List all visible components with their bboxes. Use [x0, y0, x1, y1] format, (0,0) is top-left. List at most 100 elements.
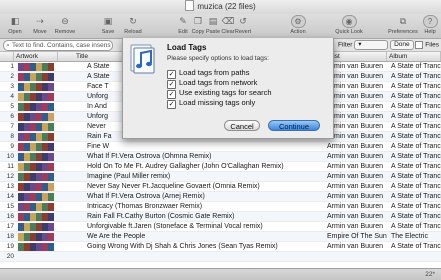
artwork-thumbnails	[18, 83, 58, 91]
row-album: A State of Trance	[391, 113, 441, 120]
column-index	[0, 52, 14, 61]
artwork-thumbnails	[18, 213, 58, 221]
done-button[interactable]: Done	[390, 40, 414, 50]
table-row[interactable]: 15 Intricacy (Thomas Bronzwaer Remix) Armi…	[0, 202, 441, 212]
dialog-subtitle: Please specify options to load tags:	[167, 55, 269, 62]
artwork-thumbnail	[48, 123, 54, 131]
artwork-thumbnail	[48, 73, 54, 81]
document-icon	[185, 0, 195, 11]
artwork-thumbnails	[18, 153, 58, 161]
artwork-thumbnail	[48, 223, 54, 231]
row-artist: Armin van Buuren	[327, 153, 384, 160]
artwork-thumbnail	[48, 63, 54, 71]
row-title: Never Say Never Ft.Jacqueline Govaert (O…	[87, 183, 260, 190]
row-number: 14	[6, 193, 14, 200]
row-artist: Armin van Buuren	[327, 103, 384, 110]
row-number: 17	[6, 223, 14, 230]
row-album: A State of Trance	[391, 163, 441, 170]
table-row[interactable]: 13 Never Say Never Ft.Jacqueline Govaert …	[0, 182, 441, 192]
artwork-thumbnails	[18, 93, 58, 101]
row-artist: Armin van Buuren	[327, 83, 384, 90]
row-number: 12	[6, 173, 14, 180]
option-use-existing-tags[interactable]: ✓ Use existing tags for search	[167, 88, 272, 99]
artwork-thumbnails	[18, 113, 58, 121]
filter-controls: Filter ▾ Done Files	[338, 40, 439, 50]
row-number: 3	[10, 83, 14, 90]
artwork-thumbnails	[18, 193, 58, 201]
row-album: A State of Trance	[391, 183, 441, 190]
continue-button[interactable]: Continue	[268, 120, 320, 131]
artwork-thumbnail	[48, 183, 54, 191]
open-button[interactable]: ◧ Open	[2, 15, 28, 35]
row-album: A State of Trance	[391, 193, 441, 200]
help-button[interactable]: ? Help	[420, 15, 440, 35]
table-row[interactable]: 14 What If Ft.Vera Ostrova (Arnej Remix) A…	[0, 192, 441, 202]
remove-button[interactable]: ⊖ Remove	[52, 15, 78, 35]
search-input[interactable]: ⌕ Text to find. Contains, case insens	[3, 40, 113, 51]
reload-button[interactable]: ↻ Reload	[120, 15, 146, 35]
cancel-button[interactable]: Cancel	[224, 120, 260, 131]
filter-field-select[interactable]: ▾	[354, 40, 389, 50]
option-load-from-paths[interactable]: ✓ Load tags from paths	[167, 68, 249, 79]
table-row[interactable]: 9 Fine W Armin van Buuren A State of Trance	[0, 142, 441, 152]
artwork-thumbnail	[48, 233, 54, 241]
files-checkbox[interactable]	[415, 41, 424, 49]
column-artwork[interactable]: Artwork	[14, 52, 58, 61]
row-album: A State of Trance	[391, 143, 441, 150]
title-bar: muzica (22 files)	[0, 0, 441, 14]
table-row[interactable]: 18 We Are the People Empire Of The Sun The …	[0, 232, 441, 242]
row-artist: Armin van Buuren	[327, 163, 384, 170]
artwork-thumbnail	[48, 213, 54, 221]
table-row[interactable]: 12 Imagine (Paul Miller remix) Armin van B…	[0, 172, 441, 182]
table-row[interactable]: 16 Rain Fall Ft.Cathy Burton (Cosmic Gate…	[0, 212, 441, 222]
row-number: 5	[10, 103, 14, 110]
table-row[interactable]: 20	[0, 252, 441, 262]
artwork-thumbnail	[48, 143, 54, 151]
row-artist: Armin van Buuren	[327, 223, 384, 230]
row-title: What If Ft.Vera Ostrova (Ohmna Remix)	[87, 153, 212, 160]
artwork-thumbnail	[48, 203, 54, 211]
table-row[interactable]: 17 Unforgivable ft.Jaren (Stoneface & Ter…	[0, 222, 441, 232]
row-number: 15	[6, 203, 14, 210]
artwork-thumbnails	[18, 73, 58, 81]
artwork-thumbnails	[18, 183, 58, 191]
table-row[interactable]: 10 What If Ft.Vera Ostrova (Ohmna Remix) A…	[0, 152, 441, 162]
table-row[interactable]: 19 Going Wrong With Dj Shah & Chris Jones…	[0, 242, 441, 252]
reload-icon: ↻	[129, 16, 137, 26]
artwork-thumbnails	[18, 233, 58, 241]
open-icon: ◧	[10, 16, 20, 26]
table-row[interactable]: 11 Hold On To Me Ft. Audrey Gallagher (Jo…	[0, 162, 441, 172]
artwork-thumbnail	[48, 133, 54, 141]
option-load-missing-only[interactable]: ✓ Load missing tags only	[167, 98, 255, 109]
row-artist: Armin van Buuren	[327, 123, 384, 130]
action-button[interactable]: ⚙ Action	[285, 15, 311, 35]
save-icon: ▣	[103, 16, 113, 26]
column-album[interactable]: Album	[387, 52, 441, 61]
row-album: A State of Trance	[391, 153, 441, 160]
revert-button[interactable]: ↺ Revert	[230, 15, 256, 35]
row-album: A State of Trance	[391, 173, 441, 180]
quick-look-button[interactable]: ◉ Quick Look	[334, 15, 364, 35]
artwork-thumbnail	[48, 153, 54, 161]
row-album: A State of Trance	[391, 223, 441, 230]
artwork-thumbnail	[48, 93, 54, 101]
row-artist: Armin van Buuren	[327, 133, 384, 140]
artwork-thumbnails	[18, 123, 58, 131]
row-album: A State of Trance	[391, 73, 441, 80]
move-button[interactable]: ⇢ Move	[27, 15, 53, 35]
artwork-thumbnail	[48, 243, 54, 251]
row-number: 6	[10, 113, 14, 120]
row-title: We Are the People	[87, 233, 146, 240]
checkmark-icon[interactable]: ✓	[167, 100, 176, 109]
preferences-button[interactable]: ⧉ Preferences	[385, 15, 421, 35]
row-number: 11	[7, 163, 14, 170]
save-button[interactable]: ▣ Save	[95, 15, 121, 35]
row-artist: Armin van Buuren	[327, 193, 384, 200]
option-load-from-network[interactable]: ✓ Load tags from network	[167, 78, 257, 89]
row-album	[391, 252, 441, 262]
artwork-thumbnail	[48, 193, 54, 201]
row-album: A State of Trance	[391, 203, 441, 210]
artwork-thumbnail	[48, 113, 54, 121]
row-number: 20	[6, 253, 14, 260]
toolbar: ◧ Open ⇢ Move ⊖ Remove ▣ Save ↻ Reload ✎ Edit …	[0, 14, 441, 39]
